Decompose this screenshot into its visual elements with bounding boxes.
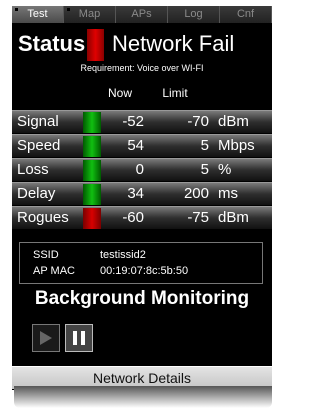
- requirement-text: Requirement: Voice over WI-FI: [80, 63, 204, 73]
- metric-unit: %: [218, 161, 232, 178]
- play-button[interactable]: [32, 324, 60, 352]
- status-light-green: [83, 112, 101, 133]
- status-light-green: [83, 136, 101, 157]
- tab-aps-label: APs: [131, 8, 152, 20]
- device-shadow: [14, 386, 272, 408]
- metric-now: -52: [122, 113, 144, 130]
- metric-limit: -70: [187, 113, 209, 130]
- metric-limit: 5: [200, 137, 209, 154]
- play-icon: [40, 331, 52, 345]
- tab-corner-marker: [67, 8, 70, 11]
- metric-name: Delay: [17, 185, 56, 202]
- tab-cnf[interactable]: Cnf: [220, 6, 272, 23]
- tab-log-label: Log: [184, 8, 203, 20]
- metric-name: Rogues: [17, 209, 69, 226]
- background-monitoring-title: Background Monitoring: [34, 288, 250, 309]
- metric-now: -60: [122, 209, 144, 226]
- metric-name: Signal: [17, 113, 59, 130]
- status-light-green: [83, 160, 101, 181]
- ssid-value: testissid2: [100, 249, 146, 261]
- ap-mac-value: 00:19:07:8c:5b:50: [100, 265, 189, 277]
- metric-limit: -75: [187, 209, 209, 226]
- network-info-box: SSID testissid2 AP MAC 00:19:07:8c:5b:50: [19, 242, 263, 284]
- metric-now: 34: [127, 185, 144, 202]
- tab-corner-marker: [15, 8, 18, 11]
- tab-test-label: Test: [27, 8, 48, 20]
- status-label: Status: [18, 31, 86, 56]
- table-headers: Now Limit: [12, 86, 272, 102]
- metric-limit: 5: [200, 161, 209, 178]
- metric-unit: ms: [218, 185, 238, 202]
- ap-mac-label: AP MAC: [33, 265, 75, 277]
- metric-row-speed: Speed 54 5 Mbps: [12, 134, 272, 157]
- metric-row-signal: Signal -52 -70 dBm: [12, 110, 272, 133]
- metric-row-delay: Delay 34 200 ms: [12, 182, 272, 205]
- metric-unit: dBm: [218, 209, 249, 226]
- header-now: Now: [107, 86, 132, 100]
- pause-button[interactable]: [65, 324, 93, 352]
- metric-now: 0: [135, 161, 144, 178]
- metric-now: 54: [127, 137, 144, 154]
- metric-name: Speed: [17, 137, 61, 154]
- tab-map-label: Map: [78, 8, 101, 20]
- tab-bar: Test Map APs Log Cnf: [12, 6, 272, 23]
- status-bar: Status Network Fail: [12, 27, 272, 63]
- metric-row-rogues: Rogues -60 -75 dBm: [12, 206, 272, 229]
- metric-row-loss: Loss 0 5 %: [12, 158, 272, 181]
- ssid-label: SSID: [33, 249, 59, 261]
- tab-map[interactable]: Map: [64, 6, 116, 23]
- metric-limit: 200: [183, 185, 209, 202]
- status-light-red: [83, 208, 101, 229]
- tab-cnf-label: Cnf: [236, 8, 255, 20]
- metric-unit: dBm: [218, 113, 249, 130]
- status-light-green: [83, 184, 101, 205]
- metric-name: Loss: [17, 161, 49, 178]
- metric-unit: Mbps: [218, 137, 255, 154]
- header-limit: Limit: [162, 86, 188, 100]
- tab-aps[interactable]: APs: [116, 6, 168, 23]
- status-value: Network Fail: [112, 31, 235, 56]
- tab-test[interactable]: Test: [12, 6, 64, 23]
- app-screen: Test Map APs Log Cnf Status Network Fail…: [12, 6, 272, 390]
- pause-icon: [73, 331, 85, 345]
- tab-log[interactable]: Log: [168, 6, 220, 23]
- status-indicator-light: [87, 29, 104, 61]
